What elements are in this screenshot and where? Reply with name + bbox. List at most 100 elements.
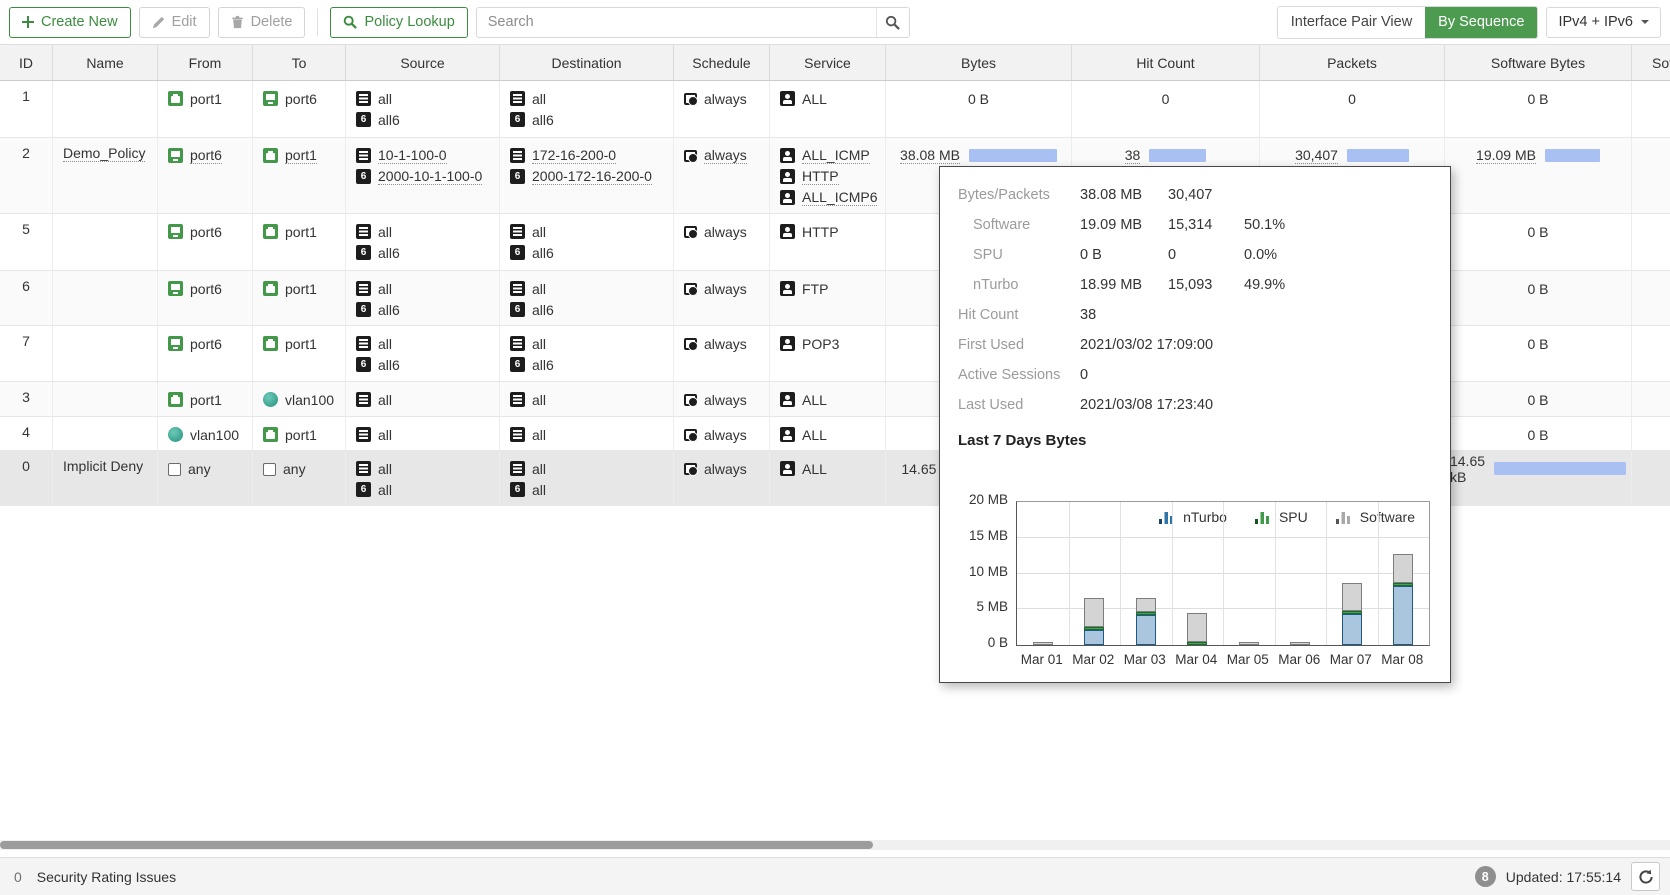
metric-cell-software-bytes: 0 B xyxy=(1445,81,1632,137)
metric-cell-software-packets xyxy=(1632,382,1670,416)
policy-id-cell: 0 xyxy=(0,451,53,505)
metric-value: 0 B xyxy=(1527,427,1548,443)
horizontal-scrollbar[interactable] xyxy=(0,840,1670,850)
cell-label: all xyxy=(532,392,546,408)
ipv6-icon xyxy=(356,482,371,497)
metric-cell-software-bytes: 0 B xyxy=(1445,271,1632,325)
list-item: port1 xyxy=(263,333,335,354)
column-header-name[interactable]: Name xyxy=(53,45,158,80)
cell-label: all xyxy=(532,461,546,477)
legend-item-software: Software xyxy=(1336,509,1415,525)
cell-label: 172-16-200-0 xyxy=(532,147,616,164)
cell-label: 2000-10-1-100-0 xyxy=(378,168,482,185)
list-item: ALL xyxy=(780,389,875,410)
cell-label: always xyxy=(704,427,747,443)
cell-label: port6 xyxy=(190,281,222,297)
stat-label: Last Used xyxy=(958,390,1080,420)
list-item: port1 xyxy=(263,278,335,299)
security-rating-label[interactable]: Security Rating Issues xyxy=(37,869,176,885)
metric-cell-software-bytes: 19.09 MB xyxy=(1445,138,1632,213)
calendar-clock-icon xyxy=(684,93,697,105)
interface-address-cell: port6 xyxy=(158,214,253,270)
interface-address-cell: always xyxy=(674,271,770,325)
policy-name-cell xyxy=(53,271,158,325)
interface-pair-view-button[interactable]: Interface Pair View xyxy=(1278,7,1425,38)
delete-button[interactable]: Delete xyxy=(218,7,306,38)
column-header-destination[interactable]: Destination xyxy=(500,45,674,80)
table-row[interactable]: 1port1port6allall6allall6alwaysALL0 B000… xyxy=(0,81,1670,138)
bar-segment-nturbo xyxy=(1342,614,1362,645)
cell-label: ALL xyxy=(802,91,827,107)
gridline xyxy=(1172,502,1173,645)
cell-label: vlan100 xyxy=(285,392,334,408)
bar-segment-spu xyxy=(1187,642,1207,645)
metric-cell-software-packets xyxy=(1632,214,1670,270)
x-tick-label: Mar 08 xyxy=(1377,652,1429,667)
interface-address-cell: ALL xyxy=(770,417,886,450)
view-toggle: Interface Pair View By Sequence xyxy=(1277,6,1539,39)
policy-id-cell: 1 xyxy=(0,81,53,137)
list-item: all6 xyxy=(510,109,663,130)
stat-value xyxy=(1168,390,1244,420)
interface-address-cell: always xyxy=(674,451,770,505)
stat-value: 30,407 xyxy=(1168,180,1244,210)
search-button[interactable] xyxy=(876,8,909,37)
policy-lookup-button[interactable]: Policy Lookup xyxy=(330,7,467,38)
create-new-button[interactable]: Create New xyxy=(9,7,131,38)
column-header-packets[interactable]: Packets xyxy=(1260,45,1445,80)
search-box xyxy=(476,7,910,38)
cell-label: any xyxy=(188,461,211,477)
bar-segment-software xyxy=(1342,583,1362,612)
cell-label: all6 xyxy=(378,245,400,261)
service-icon xyxy=(780,336,795,351)
cell-label: all6 xyxy=(532,302,554,318)
interface-address-cell: vlan100 xyxy=(158,417,253,450)
notification-badge[interactable]: 8 xyxy=(1475,866,1496,887)
interface-address-cell: always xyxy=(674,214,770,270)
column-header-source[interactable]: Source xyxy=(346,45,500,80)
policy-id-cell: 4 xyxy=(0,417,53,450)
list-item: all xyxy=(356,458,489,479)
metric-value: 0 B xyxy=(1527,336,1548,352)
column-header-id[interactable]: ID xyxy=(0,45,53,80)
cell-label: all xyxy=(532,482,546,498)
column-header-bytes[interactable]: Bytes xyxy=(886,45,1072,80)
interface-address-cell: FTP xyxy=(770,271,886,325)
metric-cell-software-packets xyxy=(1632,271,1670,325)
column-header-software-packets[interactable]: Software Packets xyxy=(1632,45,1670,80)
search-icon xyxy=(885,15,900,30)
legend-label: Software xyxy=(1360,509,1415,525)
column-header-service[interactable]: Service xyxy=(770,45,886,80)
list-item: port1 xyxy=(263,221,335,242)
policy-name: Demo_Policy xyxy=(63,145,145,162)
column-header-schedule[interactable]: Schedule xyxy=(674,45,770,80)
edit-button[interactable]: Edit xyxy=(139,7,210,38)
x-tick-label: Mar 03 xyxy=(1119,652,1171,667)
interface-address-cell: allall6 xyxy=(500,81,674,137)
ip-version-dropdown[interactable]: IPv4 + IPv6 xyxy=(1546,7,1661,38)
metric-cell-software-bytes: 0 B xyxy=(1445,417,1632,450)
scrollbar-thumb[interactable] xyxy=(0,841,873,849)
cell-label: ALL xyxy=(802,461,827,477)
subnet-icon xyxy=(510,281,525,296)
cell-label: port1 xyxy=(285,281,317,297)
service-icon xyxy=(780,190,795,205)
stat-label: SPU xyxy=(958,240,1080,270)
interface-address-cell: port1 xyxy=(253,271,346,325)
subnet-icon xyxy=(510,91,525,106)
metric-value: 19.09 MB xyxy=(1476,147,1536,164)
cell-label: all xyxy=(378,336,392,352)
by-sequence-button[interactable]: By Sequence xyxy=(1425,7,1537,38)
gridline xyxy=(1120,502,1121,645)
stat-value xyxy=(1168,330,1244,360)
column-header-to[interactable]: To xyxy=(253,45,346,80)
search-input[interactable] xyxy=(477,8,876,37)
column-header-hit-count[interactable]: Hit Count xyxy=(1072,45,1260,80)
column-header-from[interactable]: From xyxy=(158,45,253,80)
column-header-software-bytes[interactable]: Software Bytes xyxy=(1445,45,1632,80)
service-icon xyxy=(780,281,795,296)
interface-address-cell: port6 xyxy=(158,326,253,381)
list-item: ALL xyxy=(780,424,875,445)
refresh-button[interactable] xyxy=(1631,862,1660,891)
stacked-bar xyxy=(1393,554,1413,645)
